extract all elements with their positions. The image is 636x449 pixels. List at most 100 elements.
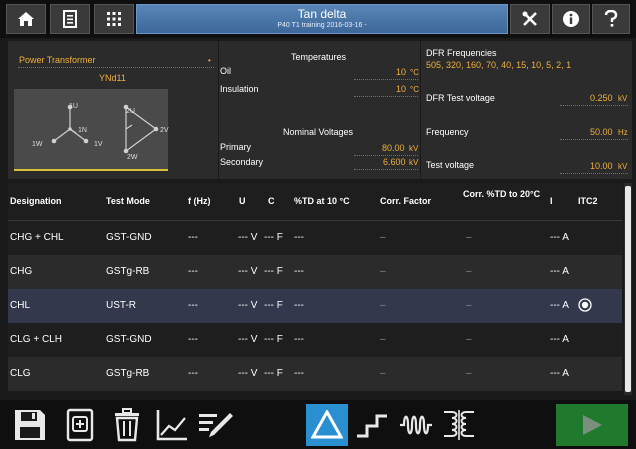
step-icon [357,414,387,438]
cell-capacitance: --- F [264,232,283,243]
oil-underline [354,79,418,80]
home-icon [18,12,34,26]
oil-value[interactable]: 10 [396,67,406,78]
col-itc2: ITC2 [578,196,598,206]
table-scrollbar-thumb[interactable] [625,186,631,392]
divider [420,41,421,179]
notes-pen-icon [199,413,233,437]
cell-corr-factor: – [380,266,386,277]
cell-capacitance: --- F [264,368,283,379]
tools-button[interactable] [510,4,550,34]
insulation-value[interactable]: 10 [396,84,406,95]
cell-frequency: --- [188,368,198,379]
chart-axes-icon [156,410,187,441]
cell-current: --- A [550,368,569,379]
col-capacitance: C [268,196,275,206]
cell-frequency: --- [188,334,198,345]
asset-dropdown-dot[interactable]: • [208,55,211,66]
test-voltage-value[interactable]: 10.00 [590,161,613,172]
oil-label: Oil [220,66,231,76]
cell-corr-factor: – [380,232,386,243]
trash-icon [115,408,139,442]
tan-delta-mode-button[interactable] [306,404,348,446]
frequency-underline [560,139,628,140]
col-frequency: f (Hz) [188,196,211,206]
delta-icon [311,410,343,439]
cell-capacitance: --- F [264,266,283,277]
terminal-1w: 1W [32,141,43,148]
asset-type[interactable]: Power Transformer [19,55,96,66]
cell-td-10c: --- [294,300,304,311]
cell-corr-td-20c: – [466,232,472,243]
plot-button[interactable] [152,404,192,446]
start-test-button[interactable] [556,404,628,446]
table-row-selected[interactable]: CHL UST-R --- --- V --- F --- – – --- A [8,289,622,323]
home-button[interactable] [6,4,46,34]
cell-td-10c: --- [294,334,304,345]
info-button[interactable] [552,4,590,34]
secondary-value[interactable]: 6.600 [383,157,406,168]
frequency-value[interactable]: 50.00 [590,127,613,138]
test-voltage-underline [560,173,628,174]
cell-corr-td-20c: – [466,368,472,379]
add-test-button[interactable] [58,404,102,446]
itc2-radio[interactable] [578,298,592,317]
terminal-2w: 2W [127,154,138,161]
cell-corr-factor: – [380,300,386,311]
help-button[interactable] [592,4,630,34]
test-voltage-unit: kV [618,162,628,171]
winding-diagram-svg [51,104,159,154]
cell-capacitance: --- F [264,334,283,345]
dfr-frequencies-list[interactable]: 505, 320, 160, 70, 40, 15, 10, 5, 2, 1 [426,60,571,71]
page-title: Tan delta [297,7,347,21]
dfr-test-voltage-label: DFR Test voltage [426,93,495,103]
delete-button[interactable] [106,404,148,446]
secondary-unit: kV [409,158,419,167]
cell-frequency: --- [188,266,198,277]
primary-unit: kV [409,144,419,153]
terminal-2u: 2U [126,108,135,115]
cell-voltage: --- V [238,368,258,379]
dfr-frequencies-heading: DFR Frequencies [426,48,497,58]
cell-designation: CLG + CLH [10,334,62,345]
cell-voltage: --- V [238,266,258,277]
page-subtitle: P40 T1 training 2016-03-16 - [277,22,367,29]
terminal-1n: 1N [78,127,87,134]
coil-mode-button[interactable] [396,404,436,446]
cell-test-mode: GSTg-RB [106,368,150,379]
test-voltage-label: Test voltage [426,160,475,170]
insulation-underline [354,96,418,97]
cell-capacitance: --- F [264,300,283,311]
report-button[interactable] [50,4,90,34]
winding-diagram: 1U 1W 1V 1N 2U 2V 2W [14,89,169,171]
question-icon [604,10,618,27]
table-row[interactable]: CLG GSTg-RB --- --- V --- F --- – – --- … [8,357,622,391]
cell-current: --- A [550,334,569,345]
cell-corr-td-20c: – [466,334,472,345]
cell-frequency: --- [188,300,198,311]
cell-voltage: --- V [238,300,258,311]
frequency-unit: Hz [618,128,628,137]
col-corr-factor: Corr. Factor [380,196,432,206]
dfr-test-voltage-value[interactable]: 0.250 [590,93,613,104]
temperatures-heading: Temperatures [291,52,347,62]
primary-value[interactable]: 80.00 [382,143,405,154]
cell-test-mode: GST-GND [106,334,152,345]
cell-designation: CHG [10,266,33,277]
table-row[interactable]: CHG + CHL GST-GND --- --- V --- F --- – … [8,221,622,255]
play-icon [583,415,602,435]
terminal-1u: 1U [69,103,78,110]
dfr-test-voltage-underline [560,105,628,106]
oil-unit: °C [410,68,419,77]
table-row[interactable]: CLG + CLH GST-GND --- --- V --- F --- – … [8,323,622,357]
apps-button[interactable] [94,4,134,34]
transformer-mode-button[interactable] [438,404,480,446]
save-button[interactable] [8,404,52,446]
edit-notes-button[interactable] [194,404,236,446]
cell-current: --- A [550,266,569,277]
add-document-icon [66,408,94,442]
cell-frequency: --- [188,232,198,243]
step-mode-button[interactable] [352,404,392,446]
insulation-unit: °C [410,85,419,94]
table-row[interactable]: CHG GSTg-RB --- --- V --- F --- – – --- … [8,255,622,289]
